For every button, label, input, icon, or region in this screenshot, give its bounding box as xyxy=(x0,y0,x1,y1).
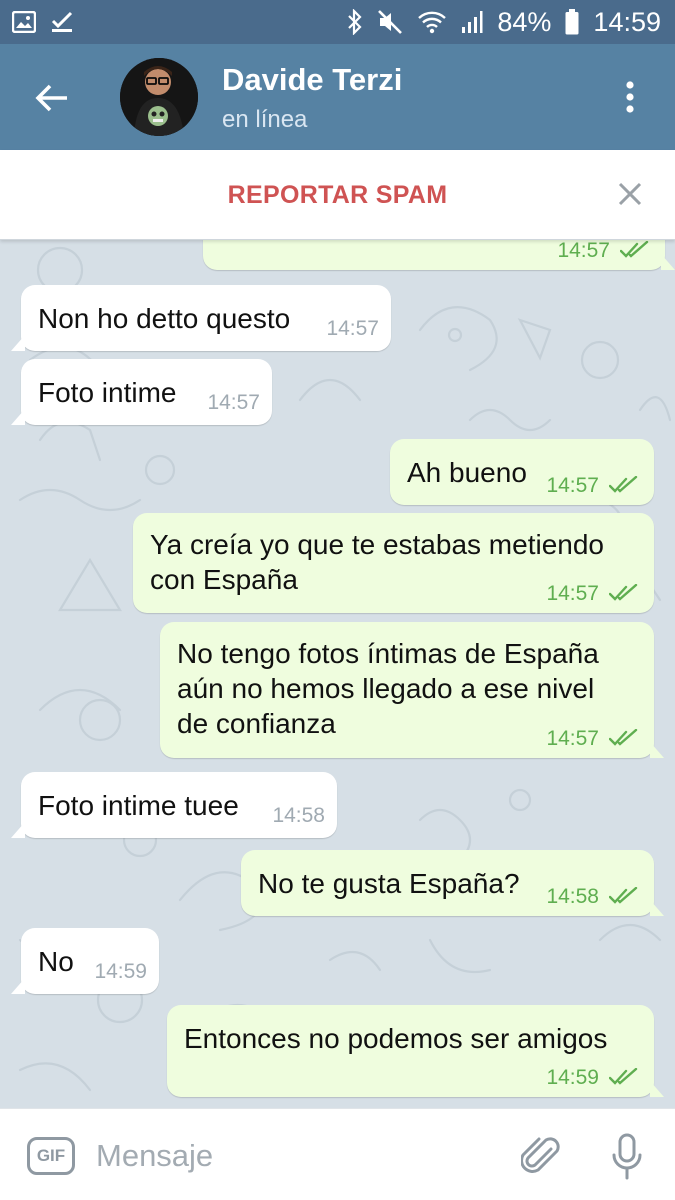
outgoing-message[interactable]: Ah bueno 14:57 xyxy=(390,439,654,505)
message-list[interactable]: bonita en14:57Non ho detto questo14:57Fo… xyxy=(0,240,675,1108)
incoming-message[interactable]: No 14:59 xyxy=(11,928,159,994)
message-time: 14:59 xyxy=(546,1066,599,1089)
mute-icon xyxy=(377,9,403,35)
more-options-button[interactable] xyxy=(612,74,648,120)
incoming-message[interactable]: Foto intime tuee 14:58 xyxy=(11,772,337,838)
message-time: 14:57 xyxy=(546,727,599,750)
message-text: Ah bueno xyxy=(407,457,527,488)
composer-bar: GIF xyxy=(0,1108,675,1200)
chat-header: Davide Terzi en línea xyxy=(0,44,675,150)
message-text: No xyxy=(38,946,74,977)
message-time: 14:58 xyxy=(272,804,325,827)
battery-percentage: 84% xyxy=(497,6,552,37)
message-text: No te gusta España? xyxy=(258,868,520,899)
double-check-read-icon xyxy=(609,887,638,904)
close-icon xyxy=(618,182,642,206)
more-vertical-icon xyxy=(626,81,634,113)
task-done-notification-icon xyxy=(50,10,74,34)
wifi-icon xyxy=(417,10,447,34)
clock: 14:59 xyxy=(593,6,661,37)
microphone-icon xyxy=(612,1133,642,1180)
double-check-read-icon xyxy=(609,476,638,493)
bubble-tail xyxy=(650,1081,664,1097)
message-text: Foto intime xyxy=(38,377,177,408)
bubble-tail xyxy=(650,742,664,758)
bubble-tail xyxy=(11,822,25,838)
contact-name[interactable]: Davide Terzi xyxy=(222,62,402,98)
signal-icon xyxy=(461,10,483,34)
outgoing-message[interactable]: Ya creía yo que te estabas metiendo con E… xyxy=(133,513,654,613)
report-spam-button[interactable]: REPORTAR SPAM xyxy=(0,181,675,210)
double-check-read-icon xyxy=(609,729,638,746)
close-spam-bar-button[interactable] xyxy=(612,176,648,212)
gif-button[interactable]: GIF xyxy=(27,1137,75,1175)
status-bar: 84% 14:59 xyxy=(0,0,675,44)
bluetooth-icon xyxy=(347,9,363,35)
bubble-tail xyxy=(661,254,675,270)
outgoing-message[interactable]: No te gusta España? 14:58 xyxy=(241,850,664,916)
message-time: 14:59 xyxy=(94,960,147,983)
outgoing-message[interactable]: Entonces no podemos ser amigos 14:59 xyxy=(167,1005,664,1097)
bubble-tail xyxy=(11,335,25,351)
incoming-message[interactable]: Non ho detto questo 14:57 xyxy=(11,285,391,351)
message-text: Foto intime tuee xyxy=(38,790,239,821)
voice-record-button[interactable] xyxy=(605,1131,649,1183)
back-button[interactable] xyxy=(30,76,74,120)
outgoing-message[interactable]: No tengo fotos íntimas de España aún no h… xyxy=(160,622,664,758)
message-text: Non ho detto questo xyxy=(38,303,291,334)
message-text: de confianza xyxy=(177,708,336,739)
message-time: 14:57 xyxy=(546,582,599,605)
incoming-message[interactable]: Foto intime 14:57 xyxy=(11,359,272,425)
avatar[interactable] xyxy=(120,58,198,136)
bubble-tail xyxy=(11,409,25,425)
double-check-read-icon xyxy=(609,584,638,601)
double-check-read-icon xyxy=(620,241,649,258)
outgoing-message[interactable]: bonita en14:57 xyxy=(203,240,675,270)
report-spam-bar: REPORTAR SPAM xyxy=(0,150,675,240)
bubble-tail xyxy=(11,978,25,994)
battery-icon xyxy=(565,9,579,35)
bubble-tail xyxy=(650,900,664,916)
message-time: 14:58 xyxy=(546,885,599,908)
paperclip-icon xyxy=(521,1137,560,1173)
arrow-left-icon xyxy=(35,84,67,112)
message-text: No tengo fotos íntimas de España xyxy=(177,638,599,669)
message-time: 14:57 xyxy=(207,391,260,414)
double-check-read-icon xyxy=(609,1068,638,1085)
attach-button[interactable] xyxy=(518,1131,564,1181)
message-input[interactable] xyxy=(96,1133,496,1179)
message-text: Ya creía yo que te estabas metiendo xyxy=(150,529,604,560)
message-time: 14:57 xyxy=(557,240,610,262)
message-text: Entonces no podemos ser amigos xyxy=(184,1023,608,1054)
gallery-notification-icon xyxy=(12,11,36,33)
message-time: 14:57 xyxy=(326,317,379,340)
message-text: con España xyxy=(150,564,298,595)
contact-status: en línea xyxy=(222,106,308,133)
message-time: 14:57 xyxy=(546,474,599,497)
message-text: aún no hemos llegado a ese nivel xyxy=(177,673,595,704)
